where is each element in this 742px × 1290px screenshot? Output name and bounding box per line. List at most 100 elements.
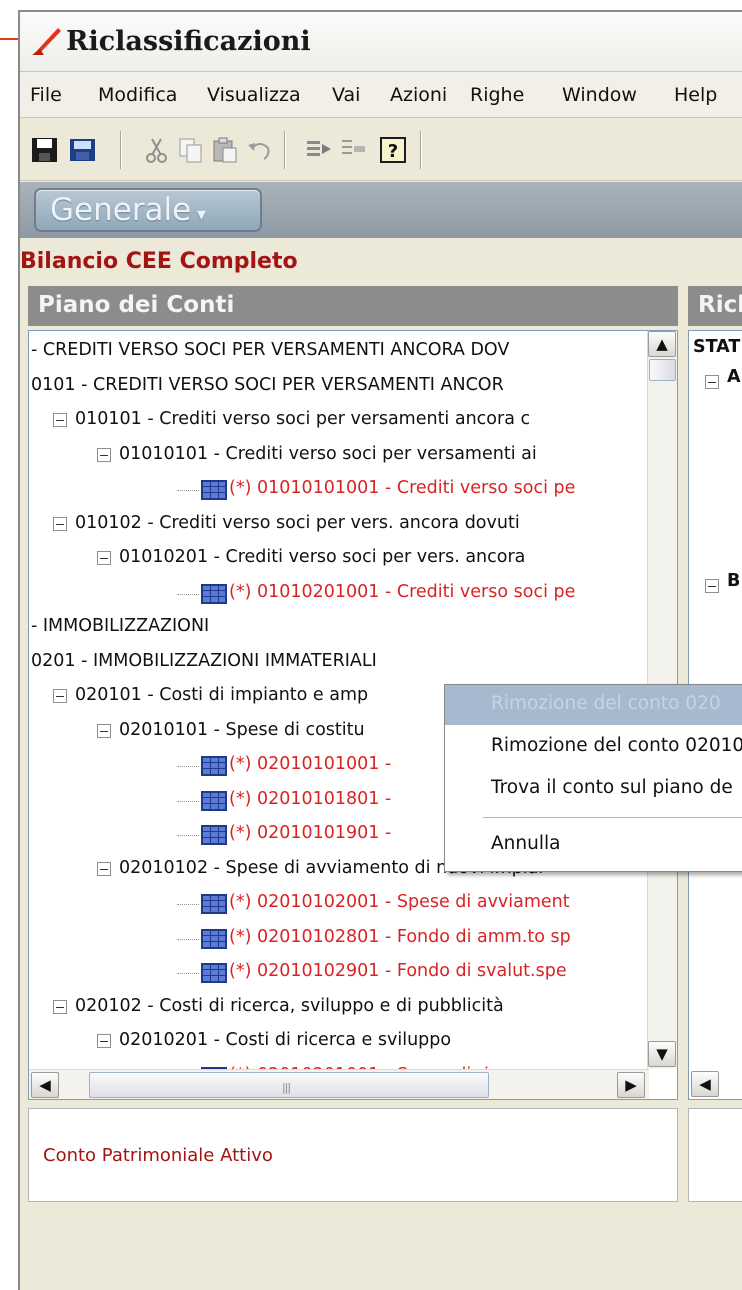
menu-separator bbox=[483, 817, 742, 818]
menu-help[interactable]: Help bbox=[674, 84, 717, 106]
collapse-toggle[interactable] bbox=[97, 723, 111, 738]
section-tab-bar: Generale ▾ bbox=[20, 182, 742, 238]
tree-row-label: 02010101 - Spese di costitu bbox=[119, 719, 365, 740]
collapse-toggle[interactable] bbox=[53, 413, 67, 427]
menu-bar: File Modifica Visualizza Vai Azioni Righ… bbox=[20, 72, 742, 118]
toolbar-separator bbox=[120, 131, 122, 169]
horizontal-scrollbar[interactable]: ◀ ||| ▶ bbox=[29, 1069, 649, 1099]
account-table-icon bbox=[201, 583, 227, 604]
collapse-toggle[interactable] bbox=[53, 516, 67, 531]
tab-generale[interactable]: Generale ▾ bbox=[34, 188, 262, 232]
tree-connector-line bbox=[177, 938, 199, 940]
collapse-toggle[interactable] bbox=[97, 551, 111, 565]
expand-toggle[interactable] bbox=[705, 579, 719, 593]
save-all-icon[interactable] bbox=[68, 135, 98, 165]
collapse-toggle[interactable] bbox=[53, 999, 67, 1014]
account-table-icon bbox=[201, 894, 227, 914]
vertical-scroll-thumb[interactable] bbox=[649, 359, 676, 381]
menu-visualizza[interactable]: Visualizza bbox=[207, 84, 301, 106]
tree-connector-line bbox=[177, 835, 199, 836]
save-icon[interactable] bbox=[30, 135, 60, 165]
tree-row-label: 0201 - IMMOBILIZZAZIONI IMMATERIALI bbox=[31, 650, 377, 671]
toolbar-separator bbox=[420, 131, 422, 169]
tree-connector-line bbox=[177, 490, 199, 491]
tree-row-label: (*) 01010101001 - Crediti verso soci pe bbox=[229, 478, 576, 498]
right-tree-row[interactable]: STAT bbox=[693, 337, 740, 357]
tab-generale-label: Generale bbox=[50, 192, 192, 228]
tree-row-label: (*) 02010101001 - bbox=[229, 754, 392, 774]
account-table-icon bbox=[201, 756, 227, 776]
tree-row-label: 010101 - Crediti verso soci per versamen… bbox=[75, 409, 531, 429]
tree-connector-line bbox=[177, 973, 199, 974]
toolbar-separator bbox=[284, 131, 286, 169]
horizontal-scroll-thumb[interactable]: ||| bbox=[89, 1072, 489, 1098]
tree-row-label: (*) 01010201001 - Crediti verso soci pe bbox=[229, 581, 576, 602]
window-title: Riclassificazioni bbox=[66, 26, 311, 57]
indent-left-icon[interactable] bbox=[338, 135, 368, 165]
tree-connector-line bbox=[177, 800, 199, 802]
tree-row-label: (*) 02010102901 - Fondo di svalut.spe bbox=[229, 961, 567, 981]
tree-row-label: (*) 02010102801 - Fondo di amm.to sp bbox=[229, 926, 571, 947]
account-table-icon bbox=[201, 825, 227, 845]
right-tree-row[interactable]: A bbox=[727, 367, 741, 387]
paste-icon[interactable] bbox=[210, 135, 240, 165]
tree-row-label: 010102 - Crediti verso soci per vers. an… bbox=[75, 512, 520, 533]
app-window: Riclassificazioni File Modifica Visualiz… bbox=[18, 10, 742, 1290]
account-table-icon bbox=[201, 963, 227, 983]
scroll-right-button[interactable]: ▶ bbox=[617, 1072, 645, 1098]
scroll-down-button[interactable]: ▼ bbox=[648, 1041, 676, 1067]
tree-row-label: 020101 - Costi di impianto e amp bbox=[75, 685, 369, 705]
indent-right-icon[interactable] bbox=[304, 135, 334, 165]
tree-row-label: (*) 02010101901 - bbox=[229, 823, 392, 843]
menu-righe[interactable]: Righe bbox=[470, 84, 524, 106]
collapse-toggle[interactable] bbox=[97, 1034, 111, 1048]
app-logo-icon bbox=[32, 28, 61, 55]
help-icon[interactable]: ? bbox=[378, 135, 408, 165]
scroll-left-button[interactable]: ◀ bbox=[31, 1072, 59, 1098]
account-table-icon bbox=[201, 480, 227, 500]
report-title: Bilancio CEE Completo bbox=[20, 240, 742, 286]
collapse-toggle[interactable] bbox=[97, 861, 111, 876]
account-table-icon bbox=[201, 928, 227, 949]
tree-row-label: 020102 - Costi di ricerca, sviluppo e di… bbox=[75, 995, 504, 1016]
tree-connector-line bbox=[177, 904, 199, 905]
cut-icon[interactable] bbox=[142, 135, 172, 165]
remove-account-menu-item[interactable]: Rimozione del conto 02010 bbox=[445, 727, 742, 767]
undo-icon[interactable] bbox=[244, 135, 274, 165]
menu-modifica[interactable]: Modifica bbox=[98, 84, 177, 106]
tree-row-label: 02010201 - Costi di ricerca e sviluppo bbox=[119, 1030, 452, 1050]
context-menu-header-item: Rimozione del conto 020 bbox=[445, 685, 742, 725]
tree-row-label: 01010201 - Crediti verso soci per vers. … bbox=[119, 547, 526, 567]
right-status-panel bbox=[688, 1108, 742, 1202]
cancel-menu-item[interactable]: Annulla bbox=[445, 825, 742, 865]
account-type-status: Conto Patrimoniale Attivo bbox=[28, 1108, 678, 1202]
left-panel-header: Piano dei Conti bbox=[28, 286, 678, 326]
menu-file[interactable]: File bbox=[30, 84, 62, 106]
toolbar: ? bbox=[20, 119, 742, 181]
account-table-icon bbox=[201, 790, 227, 811]
tree-row-label: - CREDITI VERSO SOCI PER VERSAMENTI ANCO… bbox=[31, 340, 510, 360]
menu-azioni[interactable]: Azioni bbox=[390, 84, 447, 106]
tree-row-label: (*) 02010102001 - Spese di avviament bbox=[229, 892, 570, 912]
tree-row-label: 01010101 - Crediti verso soci per versam… bbox=[119, 443, 537, 464]
tree-connector-line bbox=[177, 593, 199, 595]
menu-window[interactable]: Window bbox=[562, 84, 637, 106]
collapse-toggle[interactable] bbox=[97, 447, 111, 462]
right-tree-row[interactable]: B bbox=[727, 571, 740, 591]
context-menu: Rimozione del conto 020 Rimozione del co… bbox=[444, 684, 742, 872]
tree-row-label: 0101 - CREDITI VERSO SOCI PER VERSAMENTI… bbox=[31, 374, 504, 395]
right-panel-header: Ricl bbox=[688, 286, 742, 326]
svg-text:?: ? bbox=[388, 141, 398, 162]
tree-connector-line bbox=[177, 766, 199, 767]
scroll-left-button[interactable]: ◀ bbox=[691, 1071, 719, 1097]
title-bar: Riclassificazioni bbox=[20, 12, 742, 72]
find-account-menu-item[interactable]: Trova il conto sul piano de bbox=[445, 769, 742, 809]
tree-row-label: (*) 02010101801 - bbox=[229, 788, 392, 809]
copy-icon[interactable] bbox=[176, 135, 206, 165]
collapse-toggle[interactable] bbox=[53, 689, 67, 703]
menu-vai[interactable]: Vai bbox=[332, 84, 360, 106]
tab-dropdown-icon[interactable]: ▾ bbox=[191, 204, 206, 225]
scroll-up-button[interactable]: ▲ bbox=[648, 331, 676, 357]
tree-row-label: - IMMOBILIZZAZIONI bbox=[31, 616, 210, 636]
expand-toggle[interactable] bbox=[705, 375, 719, 389]
